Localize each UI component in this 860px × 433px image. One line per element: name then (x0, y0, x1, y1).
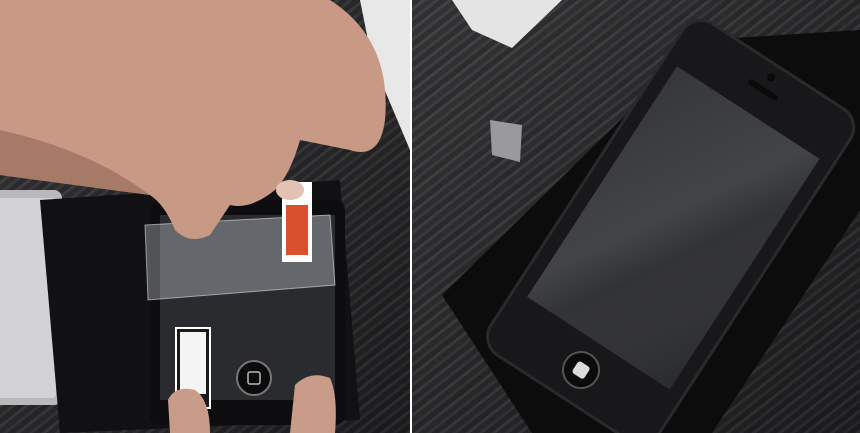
left-photo-panel: 1 FRONT (0, 0, 410, 433)
thumb-nail (276, 180, 304, 200)
package-box (452, 0, 562, 48)
home-button-icon (236, 360, 272, 396)
peel-tab (490, 120, 522, 162)
right-photo-panel (412, 0, 860, 433)
finger-right (290, 375, 336, 433)
right-photo-scene (442, 0, 860, 433)
photo-composite: 1 FRONT (0, 0, 860, 433)
left-photo-scene: 1 FRONT (0, 0, 410, 433)
